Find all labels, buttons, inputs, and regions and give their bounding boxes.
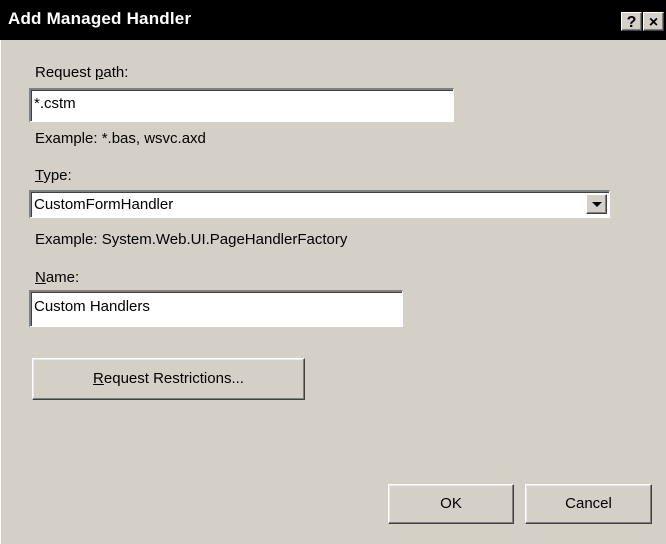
type-selected-value: CustomFormHandler: [34, 196, 174, 213]
dialog-body: Request path: *.cstm Example: *.bas, wsv…: [0, 40, 666, 544]
request-path-example: Example: *.bas, wsvc.axd: [35, 130, 206, 147]
name-label: Name:: [35, 269, 80, 286]
close-icon: ×: [648, 14, 659, 31]
request-path-input[interactable]: *.cstm: [29, 88, 454, 122]
help-icon: ?: [626, 14, 637, 31]
type-example: Example: System.Web.UI.PageHandlerFactor…: [35, 231, 348, 248]
cancel-button[interactable]: Cancel: [525, 484, 652, 524]
name-value: Custom Handlers: [34, 298, 150, 315]
close-button[interactable]: ×: [643, 12, 664, 31]
name-input[interactable]: Custom Handlers: [29, 290, 403, 327]
chevron-down-icon[interactable]: [586, 194, 607, 214]
request-path-label: Request path:: [35, 64, 129, 81]
help-button[interactable]: ?: [621, 12, 642, 31]
window-title: Add Managed Handler: [8, 9, 192, 28]
ok-button[interactable]: OK: [388, 484, 514, 524]
title-bar[interactable]: Add Managed Handler ? ×: [0, 0, 666, 40]
request-restrictions-button[interactable]: Request Restrictions...: [32, 358, 305, 400]
request-path-value: *.cstm: [34, 95, 76, 112]
type-select[interactable]: CustomFormHandler: [29, 190, 610, 218]
type-label: Type:: [35, 167, 72, 184]
